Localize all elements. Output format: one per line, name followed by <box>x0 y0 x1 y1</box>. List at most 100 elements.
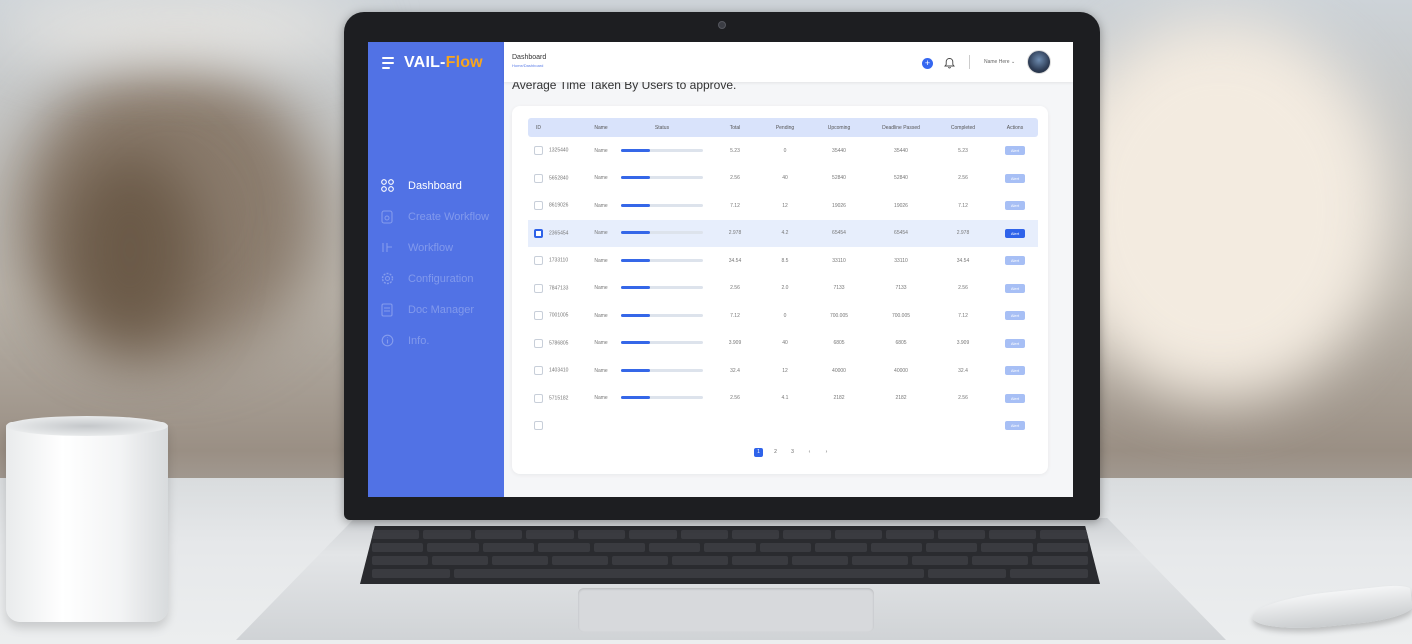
sidebar-item-configuration[interactable]: Configuration <box>380 263 489 294</box>
alert-button[interactable]: Alert <box>1005 201 1025 210</box>
table-row[interactable]: 5715182Name2.564.1218221822.56Alert <box>528 385 1038 413</box>
status-progress-bar <box>621 176 703 179</box>
row-checkbox[interactable] <box>534 229 543 238</box>
alert-button[interactable]: Alert <box>1005 256 1025 265</box>
cell-pending: 2.0 <box>760 275 810 303</box>
cell-status <box>614 247 710 275</box>
gear-icon <box>380 272 394 286</box>
bell-icon[interactable] <box>944 56 955 74</box>
row-checkbox[interactable] <box>534 366 543 375</box>
table-header-row: IDNameStatusTotalPendingUpcomingDeadline… <box>528 118 1038 137</box>
alert-button[interactable]: Alert <box>1005 146 1025 155</box>
menu-icon[interactable] <box>382 57 394 69</box>
table-row[interactable]: 1403410Name32.412400004000032.4Alert <box>528 357 1038 385</box>
cell-actions: Alert <box>992 192 1038 220</box>
alert-button[interactable]: Alert <box>1005 174 1025 183</box>
column-header: Deadline Passed <box>868 118 934 137</box>
next-page-button[interactable]: › <box>822 448 831 457</box>
row-checkbox[interactable] <box>534 284 543 293</box>
approval-table: IDNameStatusTotalPendingUpcomingDeadline… <box>528 118 1038 440</box>
cell-deadline-passed: 7133 <box>868 275 934 303</box>
add-button[interactable]: + <box>922 58 933 69</box>
alert-button[interactable]: Alert <box>1005 421 1025 430</box>
page-button-3[interactable]: 3 <box>788 448 797 457</box>
cell-status <box>614 357 710 385</box>
sidebar-item-create-workflow[interactable]: Create Workflow <box>380 201 489 232</box>
alert-button[interactable]: Alert <box>1005 229 1025 238</box>
table-row[interactable]: 1325440Name5.23035440354405.23Alert <box>528 137 1038 165</box>
background-lamp <box>0 0 360 60</box>
status-progress-fill <box>621 369 650 372</box>
avatar[interactable] <box>1027 50 1051 74</box>
row-checkbox[interactable] <box>534 394 543 403</box>
cell-total: 7.12 <box>710 302 760 330</box>
cell-upcoming <box>810 412 868 440</box>
user-menu[interactable]: Name Here ⌄ <box>984 59 1015 65</box>
cell-completed: 7.12 <box>934 192 992 220</box>
cell-id: 8619026 <box>528 192 588 220</box>
row-checkbox[interactable] <box>534 311 543 320</box>
table-row[interactable]: 5786805Name3.90940680568053.909Alert <box>528 330 1038 358</box>
pagination: 123 ‹ › <box>754 448 831 457</box>
status-progress-bar <box>621 204 703 207</box>
cell-deadline-passed: 2182 <box>868 385 934 413</box>
cell-pending: 8.5 <box>760 247 810 275</box>
breadcrumb[interactable]: Home/Dashboard <box>512 63 543 68</box>
page-button-1[interactable]: 1 <box>754 448 763 457</box>
cell-status <box>614 275 710 303</box>
cell-id: 5652840 <box>528 165 588 193</box>
cell-completed: 32.4 <box>934 357 992 385</box>
cell-actions: Alert <box>992 165 1038 193</box>
page-title: Dashboard <box>512 54 546 61</box>
table-row[interactable]: 1733110Name34.548.5331103311034.54Alert <box>528 247 1038 275</box>
row-id: 8619026 <box>549 203 568 209</box>
status-progress-fill <box>621 286 650 289</box>
table-row[interactable]: 8619026Name7.121219026190267.12Alert <box>528 192 1038 220</box>
cell-upcoming: 33110 <box>810 247 868 275</box>
row-id: 7847133 <box>549 285 568 291</box>
row-checkbox[interactable] <box>534 174 543 183</box>
table-row[interactable]: 2365454Name2.9784.265454654542.978Alert <box>528 220 1038 248</box>
background-plant <box>60 150 200 350</box>
table-row[interactable]: 7847133Name2.562.0713371332.56Alert <box>528 275 1038 303</box>
cell-pending: 4.1 <box>760 385 810 413</box>
workflow-icon <box>380 241 394 255</box>
alert-button[interactable]: Alert <box>1005 366 1025 375</box>
table-row[interactable]: 7001005Name7.120700.005700.0057.12Alert <box>528 302 1038 330</box>
alert-button[interactable]: Alert <box>1005 339 1025 348</box>
alert-button[interactable]: Alert <box>1005 311 1025 320</box>
cell-actions: Alert <box>992 330 1038 358</box>
cell-completed: 2.978 <box>934 220 992 248</box>
alert-button[interactable]: Alert <box>1005 394 1025 403</box>
alert-button[interactable]: Alert <box>1005 284 1025 293</box>
sidebar-item-label: Doc Manager <box>408 304 474 316</box>
laptop-keyboard <box>360 526 1100 584</box>
sidebar-item-workflow[interactable]: Workflow <box>380 232 489 263</box>
webcam <box>718 21 726 29</box>
row-checkbox[interactable] <box>534 201 543 210</box>
row-checkbox[interactable] <box>534 421 543 430</box>
status-progress-bar <box>621 259 703 262</box>
sidebar: VAIL-Flow Dashboard Create Workflow <box>368 42 504 497</box>
page-button-2[interactable]: 2 <box>771 448 780 457</box>
coffee-mug <box>6 422 168 622</box>
sidebar-item-doc-manager[interactable]: Doc Manager <box>380 294 489 325</box>
cell-total: 2.56 <box>710 275 760 303</box>
row-id: 5786805 <box>549 340 568 346</box>
brand-main: VAIL- <box>404 54 446 71</box>
info-icon <box>380 334 394 348</box>
cell-deadline-passed: 700.005 <box>868 302 934 330</box>
sidebar-item-info[interactable]: Info. <box>380 325 489 356</box>
column-header: Status <box>614 118 710 137</box>
row-checkbox[interactable] <box>534 146 543 155</box>
table-row[interactable]: Alert <box>528 412 1038 440</box>
row-checkbox[interactable] <box>534 339 543 348</box>
cell-upcoming: 65454 <box>810 220 868 248</box>
cell-name: Name <box>588 137 614 165</box>
sidebar-item-dashboard[interactable]: Dashboard <box>380 170 489 201</box>
cell-actions: Alert <box>992 357 1038 385</box>
table-row[interactable]: 5652840Name2.564052840528402.56Alert <box>528 165 1038 193</box>
cell-pending: 4.2 <box>760 220 810 248</box>
row-checkbox[interactable] <box>534 256 543 265</box>
prev-page-button[interactable]: ‹ <box>805 448 814 457</box>
